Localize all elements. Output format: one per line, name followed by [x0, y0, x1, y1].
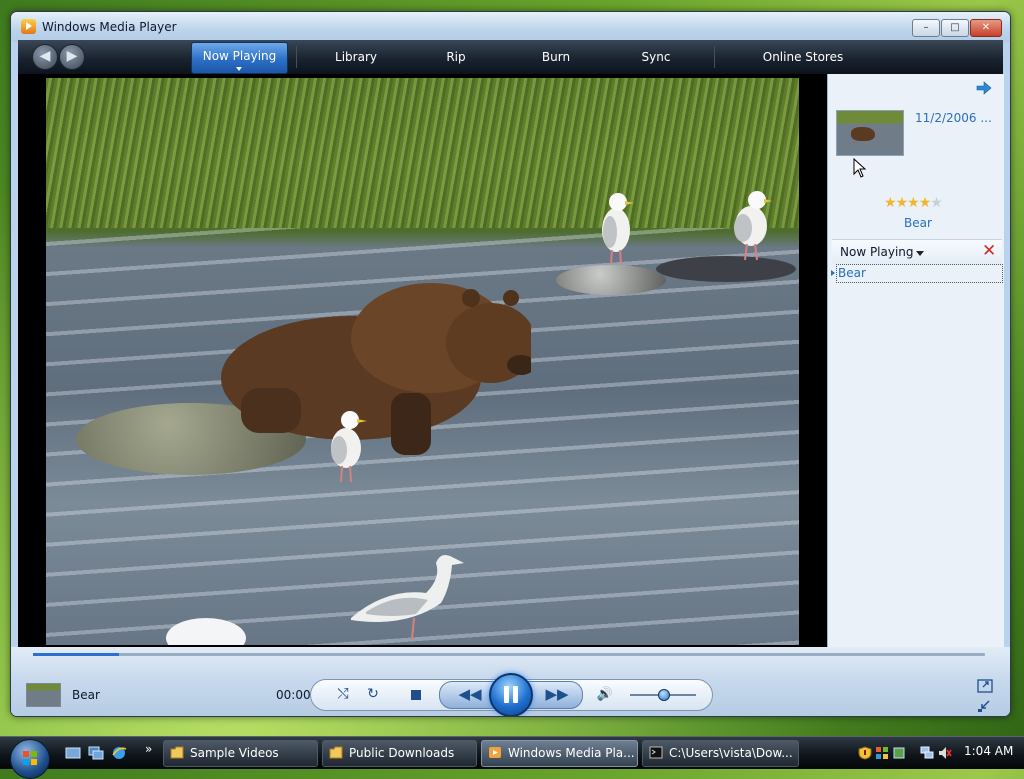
switch-to-skin-mode-icon[interactable]: [977, 679, 993, 693]
folder-icon: [329, 746, 343, 759]
playlist-item[interactable]: Bear: [836, 264, 1003, 283]
taskbar-item-label: Windows Media Pla...: [508, 746, 635, 760]
now-playing-dropdown[interactable]: Now Playing: [840, 245, 914, 259]
volume-speaker-icon[interactable]: 🔊: [596, 685, 614, 705]
tab-library[interactable]: Library: [316, 40, 396, 74]
video-rock: [556, 265, 666, 295]
taskbar-item-sample-videos[interactable]: Sample Videos: [163, 740, 318, 767]
tab-divider: [714, 46, 715, 68]
seagull-figure: [602, 193, 634, 265]
system-tray: 1:04 AM: [852, 740, 1024, 766]
seek-progress: [33, 653, 119, 656]
star-icon[interactable]: ★: [884, 195, 897, 211]
back-button[interactable]: ◀: [32, 44, 58, 70]
list-pane: 11/2/2006 ... ★★★★★ Bear Now Playing ✕ B…: [827, 74, 1004, 647]
taskbar: » Sample Videos Public Downloads Windows…: [0, 736, 1024, 779]
close-button[interactable]: ✕: [970, 19, 1002, 37]
volume-slider[interactable]: [630, 689, 696, 701]
switch-to-compact-mode-icon[interactable]: [977, 699, 993, 713]
now-playing-list-header: Now Playing ✕: [832, 239, 1002, 264]
video-frame[interactable]: [46, 78, 799, 645]
taskbar-item-command-prompt[interactable]: C:\Users\vista\Dow...: [642, 740, 799, 767]
video-rock: [656, 256, 796, 282]
seagull-figure: [331, 411, 367, 483]
windows-logo-icon: [23, 751, 37, 765]
star-rating[interactable]: ★★★★★: [884, 195, 943, 211]
taskbar-item-label: Public Downloads: [349, 746, 455, 760]
taskbar-item-label: C:\Users\vista\Dow...: [669, 746, 793, 760]
album-art-bear: [851, 127, 875, 141]
previous-button[interactable]: ◀◀: [457, 684, 483, 704]
playing-indicator-icon: [831, 270, 835, 276]
tab-online-stores[interactable]: Online Stores: [753, 40, 853, 74]
quick-launch-more-icon[interactable]: »: [145, 742, 152, 756]
media-title[interactable]: Bear: [888, 216, 948, 230]
folder-icon: [170, 746, 184, 759]
stop-button[interactable]: [411, 690, 421, 700]
back-arrow-icon: ◀: [39, 48, 51, 64]
volume-muted-icon[interactable]: [938, 746, 952, 760]
clear-list-x-icon[interactable]: ✕: [982, 243, 996, 260]
current-media-thumbnail[interactable]: [26, 683, 61, 707]
tab-sync[interactable]: Sync: [626, 40, 686, 74]
seagull-figure: [734, 191, 772, 261]
pause-button[interactable]: [489, 673, 533, 716]
network-icon[interactable]: [920, 746, 934, 760]
elapsed-time[interactable]: 00:00: [276, 688, 311, 702]
chevron-down-icon[interactable]: [916, 251, 924, 256]
tab-burn[interactable]: Burn: [526, 40, 586, 74]
tab-rip[interactable]: Rip: [426, 40, 486, 74]
maximize-button[interactable]: □: [941, 19, 969, 37]
title-bar[interactable]: Windows Media Player – □ ✕: [11, 12, 1010, 42]
video-area[interactable]: [18, 74, 827, 647]
next-button[interactable]: ▶▶: [544, 684, 570, 704]
star-icon[interactable]: ★: [930, 195, 943, 211]
video-grass: [46, 78, 799, 228]
seek-bar[interactable]: [33, 653, 985, 656]
taskbar-item-windows-media-player[interactable]: Windows Media Pla...: [481, 740, 638, 767]
internet-explorer-icon[interactable]: [111, 746, 127, 760]
windows-update-icon[interactable]: [875, 746, 889, 760]
star-icon[interactable]: ★: [907, 195, 920, 211]
show-desktop-icon[interactable]: [65, 746, 81, 760]
playback-controls: Bear 00:00 ⤭ ↻ ◀◀ ▶▶ 🔊: [11, 647, 1010, 716]
repeat-icon[interactable]: ↻: [363, 684, 383, 704]
volume-slider-knob[interactable]: [658, 689, 670, 701]
current-track-name: Bear: [72, 688, 100, 702]
forward-arrow-icon: ▶: [66, 48, 78, 64]
tab-divider: [296, 46, 297, 68]
star-icon[interactable]: ★: [896, 195, 909, 211]
media-player-window: Windows Media Player – □ ✕ ◀ ▶ Now Playi…: [10, 11, 1011, 717]
seagull-figure: [351, 554, 464, 641]
star-icon[interactable]: ★: [919, 195, 932, 211]
clock[interactable]: 1:04 AM: [964, 744, 1013, 758]
start-button[interactable]: [10, 739, 50, 779]
wmp-icon: [489, 747, 501, 758]
switch-windows-icon[interactable]: [88, 746, 104, 760]
album-art-thumbnail[interactable]: [836, 110, 904, 156]
hide-list-pane-arrow-icon[interactable]: [976, 81, 992, 95]
tray-app-icon[interactable]: [892, 746, 906, 760]
cmd-icon: [649, 746, 663, 759]
tab-now-playing[interactable]: Now Playing: [191, 42, 288, 74]
shuffle-icon[interactable]: ⤭: [333, 684, 353, 704]
mouse-cursor-icon: [853, 158, 867, 178]
minimize-button[interactable]: –: [912, 19, 940, 37]
taskbar-item-public-downloads[interactable]: Public Downloads: [322, 740, 477, 767]
window-title: Windows Media Player: [42, 20, 177, 34]
forward-button[interactable]: ▶: [59, 44, 85, 70]
nav-bar: ◀ ▶ Now Playing Library Rip Burn Sync On…: [18, 40, 1003, 74]
taskbar-item-label: Sample Videos: [190, 746, 279, 760]
security-shield-icon[interactable]: [858, 746, 872, 760]
media-date[interactable]: 11/2/2006 ...: [915, 111, 992, 125]
wmp-icon: [21, 19, 36, 34]
